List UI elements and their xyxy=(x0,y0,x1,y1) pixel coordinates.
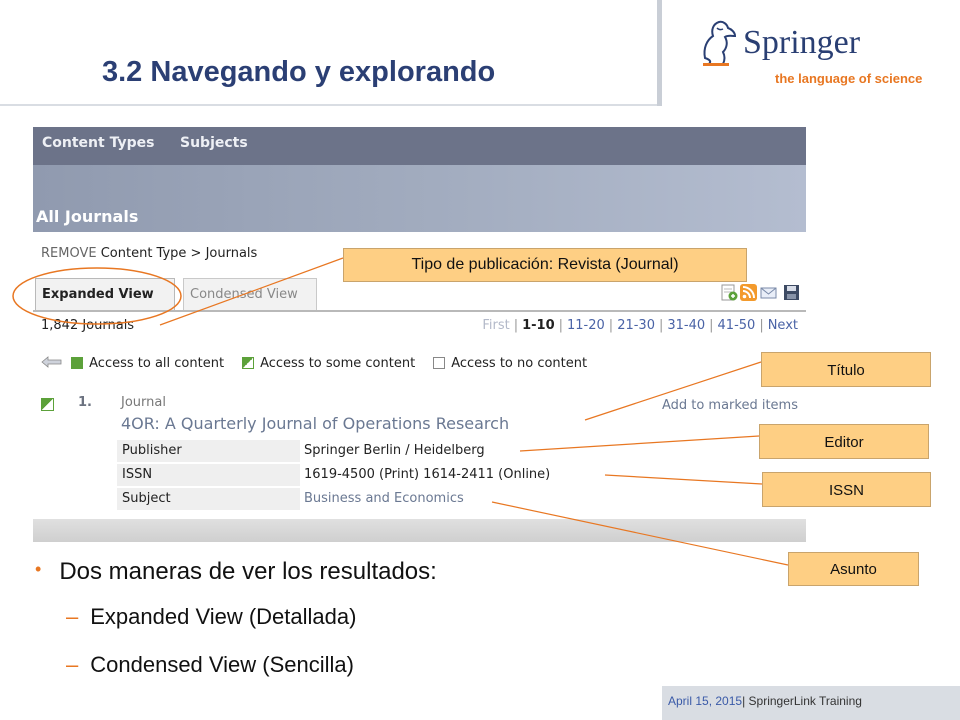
pagination-page[interactable]: 21-30 xyxy=(617,318,655,333)
breadcrumb-path: Content Type > Journals xyxy=(100,246,258,261)
sub-bullet: – Expanded View (Detallada) xyxy=(66,604,356,630)
springer-horse-icon xyxy=(703,20,737,66)
issn-label: ISSN xyxy=(117,464,300,486)
partial-access-icon xyxy=(41,398,54,411)
nav-content-types[interactable]: Content Types xyxy=(42,135,154,151)
footer-label: SpringerLink Training xyxy=(745,694,862,708)
subject-label: Subject xyxy=(117,488,300,510)
full-access-icon xyxy=(71,357,84,369)
sub-bullet: – Condensed View (Sencilla) xyxy=(66,652,354,678)
nav-bar: Content Types Subjects xyxy=(33,127,806,165)
subject-value-link[interactable]: Business and Economics xyxy=(304,488,464,506)
pagination-page[interactable]: 31-40 xyxy=(667,318,705,333)
pagination-page[interactable]: 41-50 xyxy=(718,318,756,333)
logo-brand: Springer xyxy=(743,24,861,61)
legend-none: Access to no content xyxy=(451,356,588,371)
result-title-link[interactable]: 4OR: A Quarterly Journal of Operations R… xyxy=(121,414,509,433)
save-to-list-icon[interactable] xyxy=(721,284,738,301)
publisher-value: Springer Berlin / Heidelberg xyxy=(304,443,485,458)
bullet-dash-icon: – xyxy=(66,652,79,677)
legend-all: Access to all content xyxy=(89,356,225,371)
back-arrow-icon[interactable] xyxy=(41,356,63,368)
pagination-page[interactable]: 11-20 xyxy=(567,318,605,333)
result-count: 1,842 Journals xyxy=(41,318,135,333)
callout-subject: Asunto xyxy=(788,552,919,586)
sub-bullet-text: Condensed View (Sencilla) xyxy=(90,652,354,677)
email-icon[interactable] xyxy=(760,284,777,301)
footer-date: April 15, 2015 xyxy=(668,694,743,708)
disk-save-icon[interactable] xyxy=(783,284,800,301)
banner xyxy=(33,165,806,232)
issn-value: 1619-4500 (Print) 1614-2411 (Online) xyxy=(304,467,551,482)
publisher-label: Publisher xyxy=(117,440,300,462)
bullet-main-text: Dos maneras de ver los resultados: xyxy=(59,558,437,585)
banner-title: All Journals xyxy=(36,207,139,226)
callout-title: Título xyxy=(761,352,931,387)
springerlink-screenshot: Content Types Subjects All Journals REMO… xyxy=(33,127,806,542)
bullet-dash-icon: – xyxy=(66,604,79,629)
result-type: Journal xyxy=(121,395,166,410)
pagination-page[interactable]: 1-10 xyxy=(522,318,555,333)
slide-title: 3.2 Navegando y explorando xyxy=(102,56,496,88)
bottom-strip xyxy=(33,519,806,542)
footer-text: April 15, 2015| SpringerLink Training xyxy=(668,694,862,708)
breadcrumb-remove-link[interactable]: REMOVE xyxy=(41,246,97,261)
pagination: First | 1-10 | 11-20 | 21-30 | 31-40 | 41-50 | Next xyxy=(482,318,798,333)
sub-bullet-text: Expanded View (Detallada) xyxy=(90,604,357,629)
tab-underline xyxy=(33,310,806,312)
legend-some: Access to some content xyxy=(260,356,416,371)
add-to-marked-link[interactable]: Add to marked items xyxy=(662,398,798,413)
partial-access-icon xyxy=(242,357,255,369)
tab-condensed-view[interactable]: Condensed View xyxy=(183,278,317,310)
tab-expanded-view[interactable]: Expanded View xyxy=(35,278,175,310)
bullet-main: • Dos maneras de ver los resultados: xyxy=(35,558,437,586)
nav-subjects[interactable]: Subjects xyxy=(180,135,248,151)
access-legend: Access to all content Access to some cont… xyxy=(41,356,587,371)
rss-icon[interactable] xyxy=(740,284,757,301)
logo-tagline: the language of science xyxy=(775,71,923,86)
pagination-next[interactable]: Next xyxy=(768,318,798,333)
callout-publication-type: Tipo de publicación: Revista (Journal) xyxy=(343,248,747,282)
pagination-first[interactable]: First xyxy=(482,318,509,333)
no-access-icon xyxy=(433,357,446,369)
breadcrumb: REMOVE Content Type > Journals xyxy=(41,246,257,261)
header-rule xyxy=(0,104,660,106)
bullet-dot-icon: • xyxy=(35,559,42,579)
result-number: 1. xyxy=(78,395,92,410)
callout-issn: ISSN xyxy=(762,472,931,507)
callout-editor: Editor xyxy=(759,424,929,459)
